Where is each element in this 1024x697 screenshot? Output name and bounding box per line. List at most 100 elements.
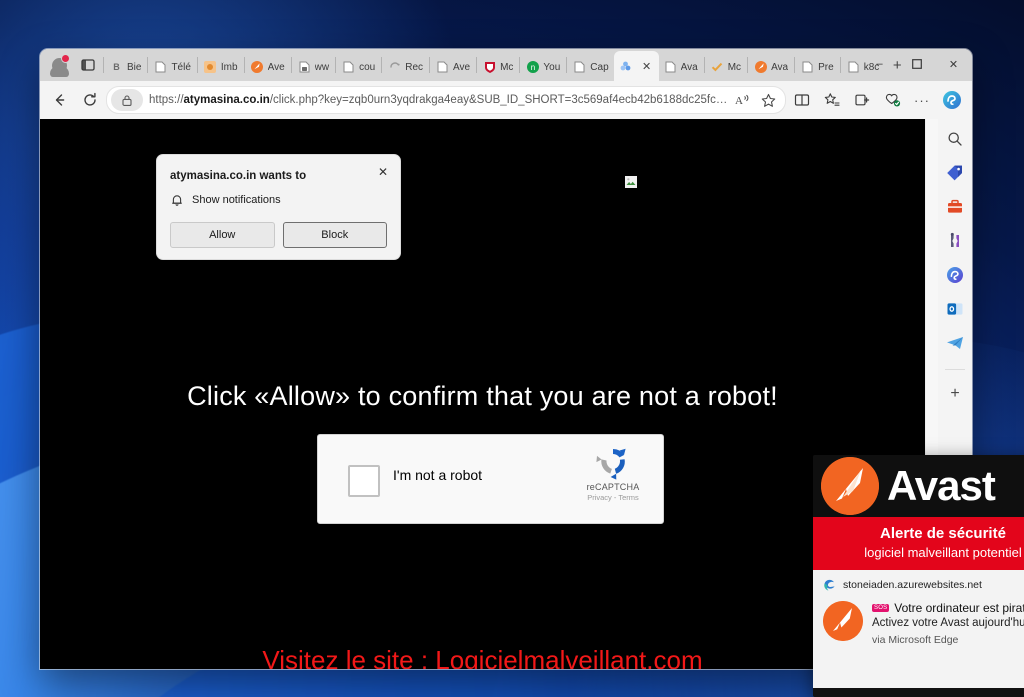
telegram-icon[interactable] [942, 331, 968, 355]
close-icon[interactable]: ✕ [372, 161, 394, 183]
search-icon[interactable] [942, 127, 968, 151]
address-bar[interactable]: https://atymasina.co.in/click.php?key=zq… [106, 86, 786, 114]
browser-tab[interactable]: cou [337, 53, 380, 81]
url-scheme: https:// [149, 94, 184, 106]
refresh-icon[interactable] [76, 86, 104, 114]
tab-label: cou [359, 61, 376, 73]
tab-strip: B Bie Télé Îmb Ave ww cou Rec Ave Mc n Y… [40, 49, 972, 81]
split-screen-icon[interactable] [788, 86, 816, 114]
recaptcha-label: I'm not a robot [393, 467, 483, 483]
browser-tab[interactable]: Cap [568, 53, 613, 81]
allow-button[interactable]: Allow [170, 222, 275, 248]
favorites-list-icon[interactable] [818, 86, 846, 114]
broken-image-icon [625, 176, 637, 188]
tab-divider [381, 57, 383, 73]
recaptcha-brand-name: reCAPTCHA [586, 482, 640, 492]
tab-label: Rec [405, 61, 424, 73]
tab-favicon-green: n [526, 61, 539, 74]
close-button[interactable]: ✕ [935, 49, 972, 79]
notification-permission-flyout: atymasina.co.in wants to ✕ Show notifica… [156, 154, 401, 260]
tab-label: Mc [500, 61, 514, 73]
copilot-icon[interactable] [942, 263, 968, 287]
tab-label: Ave [267, 61, 285, 73]
tab-divider [794, 57, 796, 73]
tab-divider [519, 57, 521, 73]
browser-tab[interactable]: n You [521, 53, 565, 81]
profile-avatar[interactable] [44, 51, 74, 79]
browser-tab[interactable]: Télé [149, 53, 195, 81]
browser-essentials-icon[interactable] [878, 86, 906, 114]
browser-tab-active[interactable]: ✕ [613, 51, 659, 81]
browser-tab[interactable]: Ava [749, 53, 793, 81]
tab-favicon-mcafee [483, 61, 496, 74]
browser-tab[interactable]: B Bie [105, 53, 146, 81]
avast-alert-title: Alerte de sécurité [880, 525, 1006, 542]
games-icon[interactable] [942, 229, 968, 253]
shopping-tag-icon[interactable] [942, 161, 968, 185]
settings-and-more-button[interactable]: ··· [908, 86, 936, 114]
browser-tab[interactable]: Pre [796, 53, 839, 81]
tab-label: Ava [771, 61, 789, 73]
tab-favicon-page [801, 61, 814, 74]
outlook-icon[interactable] [942, 297, 968, 321]
tab-divider [703, 57, 705, 73]
notification-text-block: SOS Votre ordinateur est piraté Activez … [872, 601, 1024, 646]
collections-icon[interactable] [848, 86, 876, 114]
tab-label: Îmb [220, 61, 238, 73]
tab-favicon-page [342, 61, 355, 74]
avast-scam-popup[interactable]: Avast Alerte de sécurité logiciel malvei… [813, 455, 1024, 697]
browser-tab[interactable]: Ava [659, 53, 703, 81]
sidebar-add-button[interactable]: + [942, 382, 968, 406]
browser-tab[interactable]: ww [293, 53, 334, 81]
tab-divider [839, 57, 841, 73]
tab-divider [747, 57, 749, 73]
avatar-notification-dot [61, 54, 70, 63]
recaptcha-terms[interactable]: Privacy - Terms [577, 493, 649, 502]
svg-text:n: n [531, 63, 535, 72]
avast-alert-subtitle: logiciel malveillant potentiel [864, 545, 1022, 560]
browser-tab[interactable]: Rec [383, 53, 428, 81]
back-arrow-icon[interactable] [46, 86, 74, 114]
browser-tab[interactable]: Mc [478, 53, 518, 81]
notification-headline-row: SOS Votre ordinateur est piraté [872, 601, 1024, 615]
avast-notification-icon [823, 601, 863, 641]
site-info-lock-icon[interactable] [111, 89, 143, 111]
tab-favicon-avast [754, 61, 767, 74]
browser-tab[interactable]: Ave [431, 53, 475, 81]
read-aloud-icon[interactable]: A [729, 88, 755, 112]
minimize-button[interactable]: – [861, 49, 898, 79]
maximize-button[interactable] [898, 49, 935, 79]
sidebar-divider [945, 369, 965, 370]
tab-close-icon[interactable]: ✕ [640, 59, 654, 73]
tab-favicon-lock-page [298, 61, 311, 74]
bell-icon [170, 193, 184, 207]
tab-favicon-orange [204, 61, 217, 74]
tab-label: ww [314, 61, 330, 73]
tools-briefcase-icon[interactable] [942, 195, 968, 219]
tab-divider [476, 57, 478, 73]
tab-favicon-page [436, 61, 449, 74]
address-bar-url[interactable]: https://atymasina.co.in/click.php?key=zq… [149, 94, 729, 106]
recaptcha-checkbox[interactable] [348, 465, 380, 497]
notification-subtext: Activez votre Avast aujourd'hui [872, 617, 1024, 629]
tab-actions-icon[interactable] [74, 51, 102, 79]
copilot-icon[interactable] [938, 86, 966, 114]
tab-favicon-page [847, 61, 860, 74]
favorite-star-icon[interactable] [755, 88, 781, 112]
tab-divider [103, 57, 104, 73]
notification-headline: Votre ordinateur est piraté [894, 601, 1024, 615]
browser-tab[interactable]: Îmb [199, 53, 243, 81]
avast-alert-band: Alerte de sécurité logiciel malveillant … [813, 517, 1024, 570]
browser-tab[interactable]: Mc [706, 53, 746, 81]
tab-label: Télé [171, 61, 191, 73]
tab-label: Bie [127, 61, 142, 73]
recaptcha-brand: reCAPTCHA Privacy - Terms [577, 444, 649, 502]
tab-favicon-page [664, 61, 677, 74]
recaptcha-logo-icon [596, 448, 626, 480]
block-button[interactable]: Block [282, 222, 387, 248]
tab-divider [429, 57, 431, 73]
browser-tab[interactable]: Ave [246, 53, 290, 81]
tab-favicon-loading [388, 61, 401, 74]
tab-favicon-blueflower [619, 60, 632, 73]
recaptcha-widget[interactable]: I'm not a robot reCAPTCHA Privacy - Term… [317, 434, 664, 524]
